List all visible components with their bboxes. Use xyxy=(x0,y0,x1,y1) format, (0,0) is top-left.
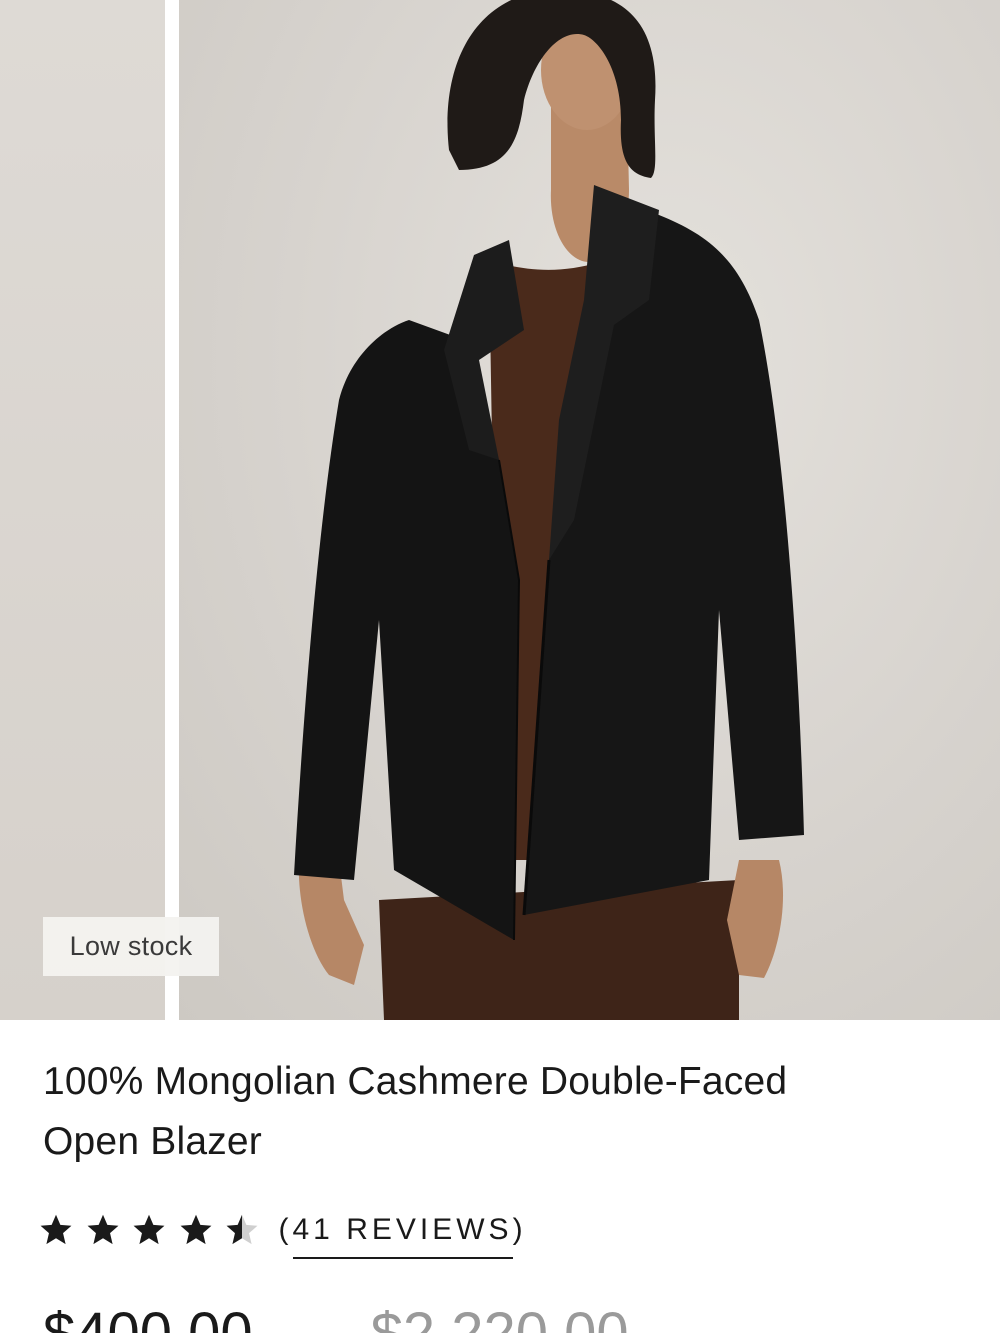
gallery-divider xyxy=(165,0,179,1020)
reviews-close-paren: ) xyxy=(512,1213,523,1246)
product-image[interactable] xyxy=(179,0,1000,1020)
product-image-gallery[interactable]: Low stock xyxy=(0,0,1000,1020)
price-row: $400.00 $2,220.00 xyxy=(43,1300,629,1333)
product-rating: ( 41 REVIEWS ) xyxy=(38,1200,523,1260)
star-full-icon xyxy=(87,1214,118,1245)
reviews-link[interactable]: ( 41 REVIEWS ) xyxy=(279,1201,523,1259)
stock-status-badge: Low stock xyxy=(43,917,219,976)
star-full-icon xyxy=(133,1214,165,1245)
star-full-icon xyxy=(180,1214,211,1245)
original-price: $2,220.00 xyxy=(371,1300,629,1333)
star-half-icon xyxy=(226,1214,258,1245)
previous-image-slide[interactable] xyxy=(0,0,165,1020)
product-title-line-1: 100% Mongolian Cashmere Double-Faced xyxy=(43,1060,788,1103)
sale-price: $400.00 xyxy=(43,1300,253,1333)
product-card: Low stock 100% Mongolian Cashmere Double… xyxy=(0,0,1000,1333)
model-in-blazer-photo xyxy=(294,0,804,1020)
reviews-count-label[interactable]: 41 REVIEWS xyxy=(292,1213,513,1259)
product-title: 100% Mongolian Cashmere Double-Faced Ope… xyxy=(43,1052,943,1172)
rating-stars xyxy=(38,1212,271,1248)
reviews-open-paren: ( xyxy=(278,1213,289,1246)
star-full-icon xyxy=(40,1214,72,1245)
product-title-line-2: Open Blazer xyxy=(43,1120,262,1163)
